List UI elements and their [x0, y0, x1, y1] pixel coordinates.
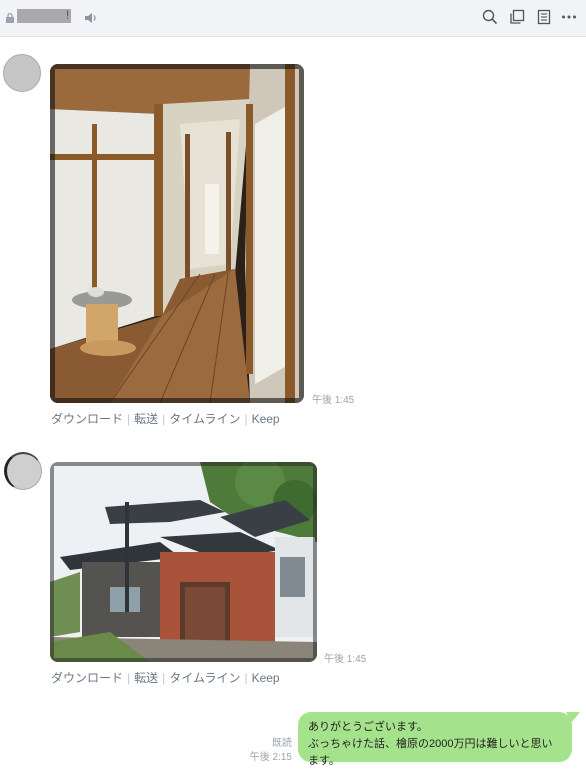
- photo-actions: ダウンロード | 転送 | タイムライン | Keep: [51, 410, 280, 427]
- search-icon[interactable]: [482, 9, 498, 25]
- separator: |: [162, 412, 166, 426]
- speaker-icon[interactable]: [84, 11, 98, 25]
- separator: |: [162, 671, 166, 685]
- message-line: ありがとうございます。: [308, 721, 428, 733]
- corridor-photo: [50, 64, 304, 403]
- separator: |: [127, 671, 131, 685]
- message-time: 午後 1:45: [324, 654, 367, 665]
- chat-title-suffix: !: [66, 8, 70, 22]
- sender-avatar[interactable]: [4, 452, 42, 490]
- chat-header: !: [0, 0, 586, 37]
- note-icon[interactable]: [536, 9, 552, 25]
- message-time: 午後 1:45: [312, 395, 355, 406]
- keep-link[interactable]: Keep: [252, 671, 280, 685]
- photo-actions: ダウンロード | 転送 | タイムライン | Keep: [51, 669, 280, 686]
- chat-title-redacted: [17, 9, 71, 23]
- photo-message[interactable]: [50, 462, 317, 662]
- separator: |: [127, 412, 131, 426]
- message-time: 午後 2:15: [249, 752, 292, 763]
- forward-link[interactable]: 転送: [134, 412, 158, 426]
- sent-message-bubble[interactable]: ありがとうございます。 ぶっちゃけた話、檜原の2000万円は難しいと思います。: [298, 712, 572, 767]
- separator: |: [244, 671, 248, 685]
- download-link[interactable]: ダウンロード: [51, 671, 123, 685]
- forward-link[interactable]: 転送: [134, 671, 158, 685]
- photo-message[interactable]: [50, 64, 304, 403]
- timeline-link[interactable]: タイムライン: [169, 671, 240, 685]
- house-photo: [50, 462, 317, 662]
- message-line: ぶっちゃけた話、檜原の2000万円は難しいと思います。: [308, 738, 553, 767]
- more-icon[interactable]: [561, 9, 577, 25]
- read-receipt: 既読: [272, 738, 292, 749]
- timeline-link[interactable]: タイムライン: [169, 412, 240, 426]
- lock-icon: [6, 12, 14, 23]
- sender-avatar[interactable]: [3, 54, 41, 92]
- separator: |: [244, 412, 248, 426]
- keep-link[interactable]: Keep: [252, 412, 280, 426]
- download-link[interactable]: ダウンロード: [51, 412, 123, 426]
- copy-icon[interactable]: [509, 9, 525, 25]
